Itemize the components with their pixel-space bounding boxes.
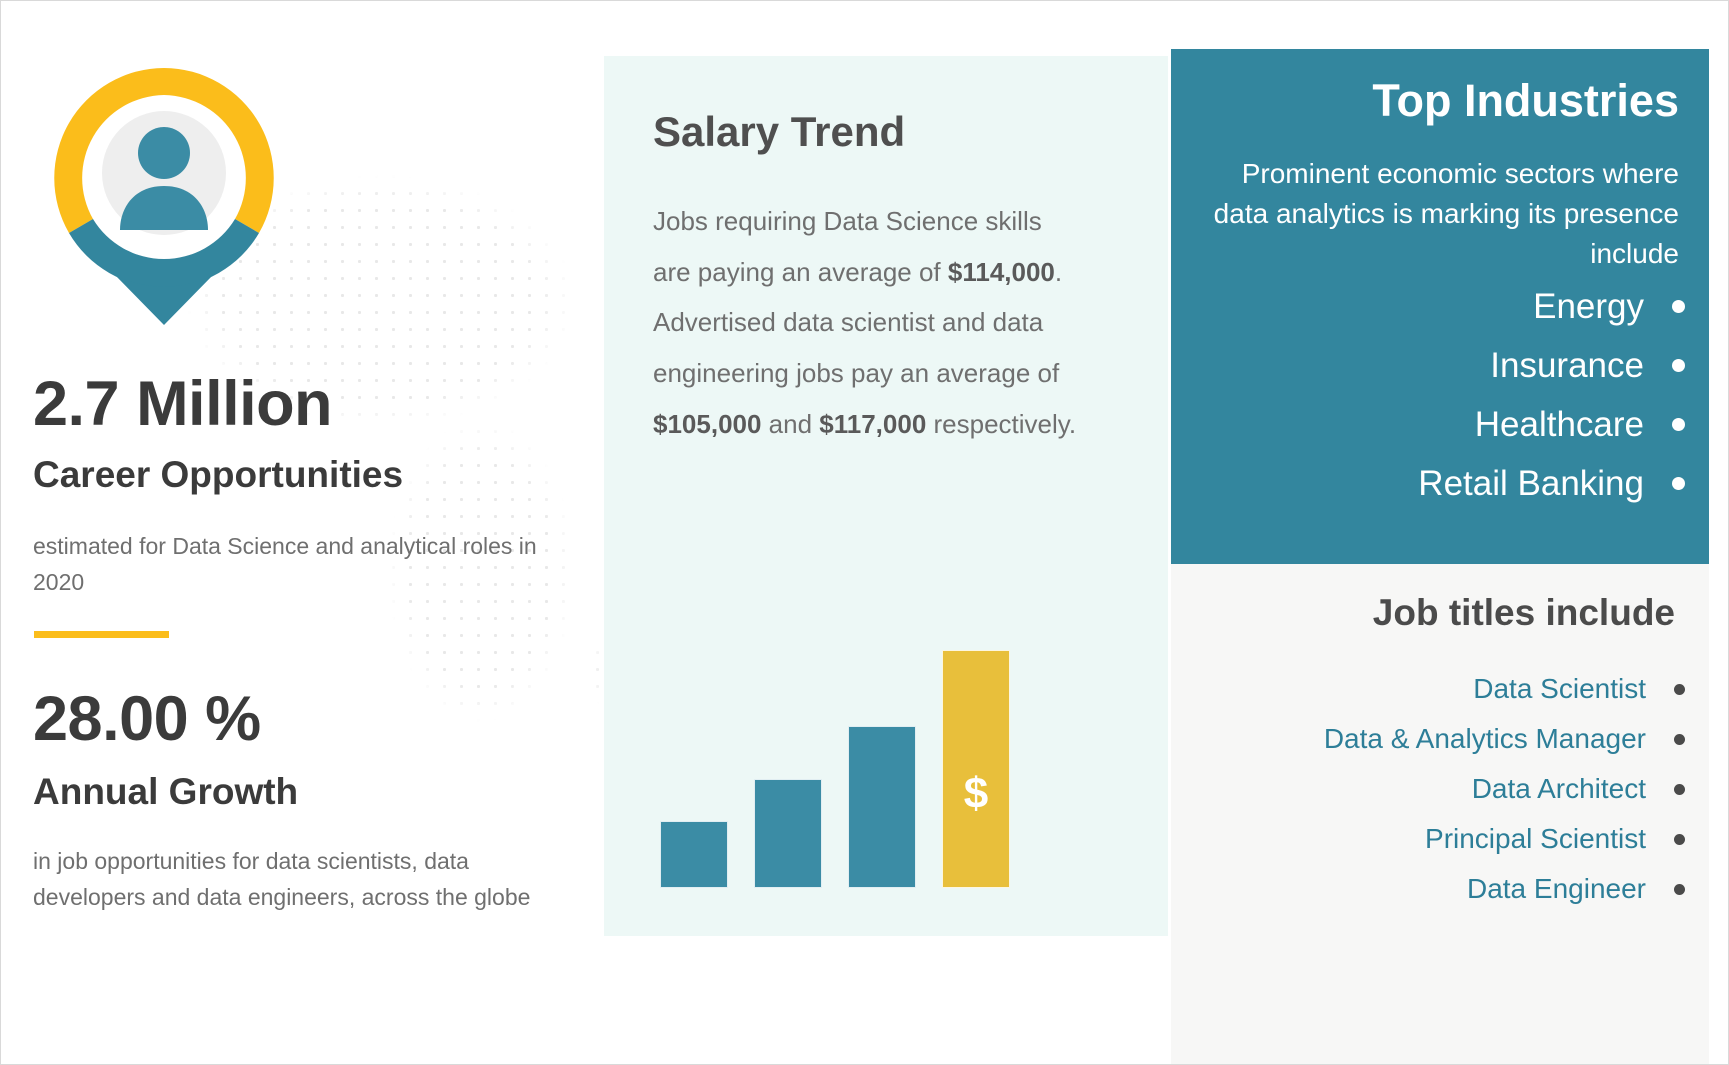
- industry-list-item: Energy: [1215, 277, 1685, 336]
- annual-growth-label: Annual Growth: [33, 771, 299, 812]
- career-opportunities-label: Career Opportunities: [33, 454, 404, 495]
- salary-bar-chart: $: [604, 636, 1168, 936]
- industry-list-item: Insurance: [1215, 336, 1685, 395]
- industry-list-item-label: Retail Banking: [1418, 463, 1644, 503]
- top-industries-description: Prominent economic sectors where data an…: [1213, 158, 1679, 269]
- industry-list-item: Retail Banking: [1215, 454, 1685, 513]
- salary-bar: [660, 821, 728, 888]
- industry-list-item-label: Insurance: [1490, 345, 1644, 385]
- bullet-icon: [1674, 733, 1685, 745]
- industry-list-item-label: Healthcare: [1474, 404, 1644, 444]
- salary-trend-panel: Salary Trend Jobs requiring Data Science…: [604, 56, 1168, 936]
- top-industries-title: Top Industries: [1372, 75, 1679, 126]
- salary-amount: $117,000: [819, 408, 927, 439]
- industry-list-item: Healthcare: [1215, 395, 1685, 454]
- bullet-icon: [1672, 300, 1685, 313]
- bullet-icon: [1672, 418, 1685, 431]
- annual-growth-value: 28.00 %: [33, 684, 261, 754]
- yellow-divider: [34, 631, 169, 638]
- career-opportunities-description: estimated for Data Science and analytica…: [33, 533, 537, 595]
- job-title-list-item-label: Data & Analytics Manager: [1323, 723, 1646, 754]
- job-title-list-item: Principal Scientist: [1205, 814, 1685, 864]
- job-titles-list: Data Scientist Data & Analytics Manager Da…: [1205, 664, 1685, 914]
- job-title-list-item-label: Data Engineer: [1466, 873, 1646, 904]
- bullet-icon: [1674, 683, 1685, 695]
- job-title-list-item: Data Scientist: [1205, 664, 1685, 714]
- industry-list-item-label: Energy: [1533, 286, 1644, 326]
- job-title-list-item: Data Engineer: [1205, 864, 1685, 914]
- bullet-icon: [1672, 359, 1685, 372]
- job-title-list-item-label: Data Scientist: [1473, 673, 1646, 704]
- left-stats-column: 2.7 Million Career Opportunities estimat…: [1, 1, 601, 1064]
- career-opportunities-value: 2.7 Million: [33, 369, 333, 439]
- dollar-sign-icon: $: [963, 769, 989, 818]
- job-title-list-item: Data Architect: [1205, 764, 1685, 814]
- top-industries-panel: Top Industries Prominent economic sector…: [1171, 49, 1709, 564]
- salary-bar: [848, 726, 916, 888]
- job-title-list-item-label: Principal Scientist: [1425, 823, 1646, 854]
- job-title-list-item: Data & Analytics Manager: [1205, 714, 1685, 764]
- top-industries-list: Energy Insurance Healthcare Retail Banking: [1215, 277, 1685, 513]
- location-pin-person-icon: [39, 53, 289, 338]
- salary-text: and: [761, 408, 820, 439]
- salary-amount: $105,000: [653, 408, 762, 439]
- salary-trend-title: Salary Trend: [653, 108, 906, 155]
- job-title-list-item-label: Data Architect: [1471, 773, 1646, 804]
- bullet-icon: [1674, 833, 1685, 845]
- salary-text: respectively.: [926, 408, 1077, 439]
- salary-amount: $114,000: [947, 256, 1055, 287]
- bullet-icon: [1674, 783, 1685, 795]
- bullet-icon: [1672, 477, 1685, 490]
- salary-bar: [754, 779, 822, 888]
- bullet-icon: [1674, 883, 1685, 895]
- job-titles-panel: Job titles include Data Scientist Data & …: [1171, 564, 1709, 1064]
- infographic-page: 2.7 Million Career Opportunities estimat…: [0, 0, 1729, 1065]
- annual-growth-description: in job opportunities for data scientists…: [33, 848, 531, 910]
- salary-bar: $: [942, 650, 1010, 888]
- salary-trend-body: Jobs requiring Data Science skills are p…: [653, 196, 1083, 449]
- job-titles-title: Job titles include: [1372, 592, 1675, 633]
